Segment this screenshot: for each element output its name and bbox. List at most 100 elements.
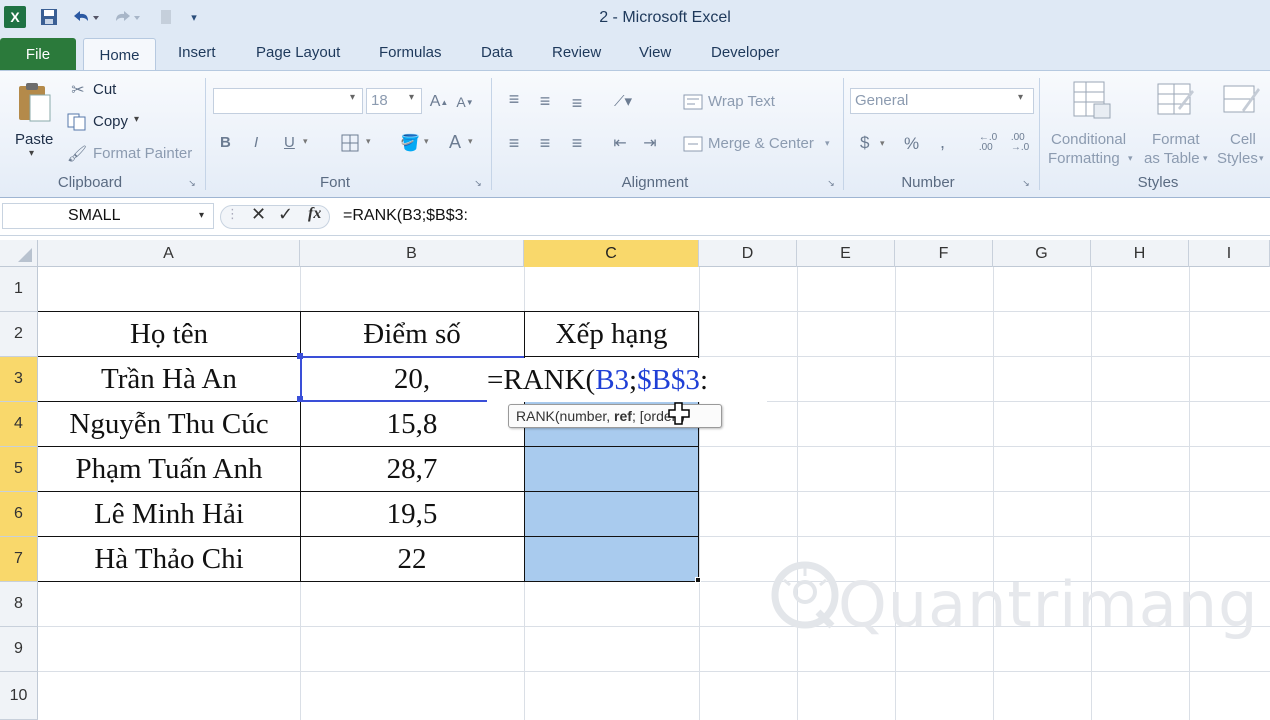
row-header[interactable]: 4 bbox=[0, 402, 38, 447]
cell-a2[interactable]: Họ tên bbox=[38, 312, 300, 357]
tab-insert[interactable]: Insert bbox=[178, 44, 216, 61]
row-header[interactable]: 3 bbox=[0, 357, 38, 402]
merge-dropdown-icon[interactable]: ▾ bbox=[825, 138, 830, 149]
formula-input[interactable]: =RANK(B3;$B$3: bbox=[343, 207, 468, 225]
reference-handle[interactable] bbox=[297, 396, 303, 402]
name-box[interactable]: SMALL bbox=[2, 203, 214, 229]
column-header-b[interactable]: B bbox=[300, 240, 524, 267]
tab-developer[interactable]: Developer bbox=[711, 44, 779, 61]
insert-function-button[interactable]: fx bbox=[308, 205, 321, 223]
cell-a6[interactable]: Lê Minh Hải bbox=[38, 492, 300, 537]
align-center-icon[interactable]: ≡ bbox=[534, 132, 556, 154]
number-format-select[interactable]: General bbox=[850, 88, 1034, 114]
cell-b5[interactable]: 28,7 bbox=[300, 447, 524, 492]
select-all-corner[interactable] bbox=[0, 240, 38, 267]
tab-home[interactable]: Home bbox=[83, 38, 156, 71]
orientation-icon[interactable]: ⟋▾ bbox=[608, 90, 638, 112]
cell-b6[interactable]: 19,5 bbox=[300, 492, 524, 537]
reference-handle[interactable] bbox=[297, 353, 303, 359]
currency-dropdown-icon[interactable]: ▾ bbox=[880, 138, 885, 149]
currency-button[interactable]: $ bbox=[860, 133, 869, 153]
tab-page-layout[interactable]: Page Layout bbox=[256, 44, 340, 61]
percent-button[interactable]: % bbox=[904, 134, 919, 154]
format-table-dropdown-icon[interactable]: ▾ bbox=[1203, 153, 1208, 164]
conditional-dropdown-icon[interactable]: ▾ bbox=[1128, 153, 1133, 164]
decrease-indent-icon[interactable]: ⇤ bbox=[608, 132, 632, 154]
tab-view[interactable]: View bbox=[639, 44, 671, 61]
tab-review[interactable]: Review bbox=[552, 44, 601, 61]
font-name-dropdown-icon[interactable]: ▾ bbox=[350, 92, 355, 103]
cell-b2[interactable]: Điểm số bbox=[300, 312, 524, 357]
column-header-a[interactable]: A bbox=[38, 240, 300, 267]
cell-c3-editor[interactable]: =RANK(B3;$B$3: bbox=[487, 358, 767, 402]
cell-c2[interactable]: Xếp hạng bbox=[524, 312, 699, 357]
cell-b4[interactable]: 15,8 bbox=[300, 402, 524, 447]
paste-icon[interactable] bbox=[14, 80, 54, 124]
row-header[interactable]: 7 bbox=[0, 537, 38, 582]
name-box-dropdown-icon[interactable]: ▾ bbox=[199, 210, 204, 221]
font-name-select[interactable] bbox=[213, 88, 363, 114]
number-format-dropdown-icon[interactable]: ▾ bbox=[1018, 92, 1023, 103]
paste-button[interactable]: Paste bbox=[15, 131, 53, 148]
dialog-launcher-icon[interactable]: ↘ bbox=[1020, 177, 1032, 189]
dialog-launcher-icon[interactable]: ↘ bbox=[186, 177, 198, 189]
format-painter-button[interactable]: Format Painter bbox=[93, 145, 192, 162]
dialog-launcher-icon[interactable]: ↘ bbox=[472, 177, 484, 189]
dialog-launcher-icon[interactable]: ↘ bbox=[825, 177, 837, 189]
tab-file[interactable]: File bbox=[0, 38, 76, 70]
grow-font-icon[interactable]: A ▲ bbox=[428, 90, 450, 114]
row-header[interactable]: 8 bbox=[0, 582, 38, 627]
cell-b7[interactable]: 22 bbox=[300, 537, 524, 582]
column-header-d[interactable]: D bbox=[699, 240, 797, 267]
wrap-text-button[interactable]: Wrap Text bbox=[708, 93, 775, 110]
decrease-decimal-icon[interactable]: .00 →.0 bbox=[1006, 130, 1034, 156]
row-header[interactable]: 1 bbox=[0, 267, 38, 312]
align-top-icon[interactable]: ≡ bbox=[503, 88, 525, 110]
format-as-table-button[interactable]: Format bbox=[1152, 131, 1200, 148]
align-right-icon[interactable]: ≡ bbox=[566, 132, 588, 154]
cell-a7[interactable]: Hà Thảo Chi bbox=[38, 537, 300, 582]
comma-button[interactable]: , bbox=[940, 132, 945, 153]
fill-handle[interactable] bbox=[695, 577, 701, 583]
bold-button[interactable]: B bbox=[220, 134, 231, 151]
increase-decimal-icon[interactable]: ←.0.00 bbox=[974, 130, 1002, 156]
italic-button[interactable]: I bbox=[254, 134, 258, 151]
fill-dropdown-icon[interactable]: ▾ bbox=[424, 136, 429, 147]
font-size-dropdown-icon[interactable]: ▾ bbox=[409, 92, 414, 103]
fill-color-icon[interactable]: 🪣 bbox=[398, 132, 422, 154]
row-header[interactable]: 2 bbox=[0, 312, 38, 357]
column-header-e[interactable]: E bbox=[797, 240, 895, 267]
cell-styles-button[interactable]: Cell bbox=[1230, 131, 1256, 148]
borders-icon[interactable] bbox=[339, 132, 361, 154]
align-bottom-icon[interactable]: ≡ bbox=[566, 92, 588, 114]
cell-a3[interactable]: Trần Hà An bbox=[38, 357, 300, 402]
increase-indent-icon[interactable]: ⇥ bbox=[638, 132, 662, 154]
align-middle-icon[interactable]: ≡ bbox=[534, 90, 556, 112]
row-header[interactable]: 5 bbox=[0, 447, 38, 492]
tab-formulas[interactable]: Formulas bbox=[379, 44, 442, 61]
column-header-f[interactable]: F bbox=[895, 240, 993, 267]
align-left-icon[interactable]: ≡ bbox=[503, 132, 525, 154]
underline-button[interactable]: U bbox=[284, 134, 295, 151]
row-header[interactable]: 6 bbox=[0, 492, 38, 537]
column-header-g[interactable]: G bbox=[993, 240, 1091, 267]
column-header-i[interactable]: I bbox=[1189, 240, 1270, 267]
font-color-dropdown-icon[interactable]: ▾ bbox=[468, 136, 473, 147]
cell-a5[interactable]: Phạm Tuấn Anh bbox=[38, 447, 300, 492]
copy-button[interactable]: Copy bbox=[93, 113, 128, 130]
copy-dropdown-icon[interactable]: ▾ bbox=[134, 114, 139, 125]
shrink-font-icon[interactable]: A ▼ bbox=[454, 90, 476, 114]
conditional-formatting-button[interactable]: Conditional bbox=[1051, 131, 1126, 148]
row-header[interactable]: 10 bbox=[0, 672, 38, 720]
cancel-icon[interactable]: ✕ bbox=[251, 204, 266, 225]
cut-button[interactable]: Cut bbox=[93, 81, 116, 98]
cell-a4[interactable]: Nguyễn Thu Cúc bbox=[38, 402, 300, 447]
merge-center-button[interactable]: Merge & Center bbox=[708, 135, 814, 152]
tab-data[interactable]: Data bbox=[481, 44, 513, 61]
font-color-icon[interactable]: A bbox=[444, 130, 466, 154]
borders-dropdown-icon[interactable]: ▾ bbox=[366, 136, 371, 147]
underline-dropdown-icon[interactable]: ▾ bbox=[303, 136, 308, 147]
enter-check-icon[interactable]: ✓ bbox=[278, 204, 293, 225]
column-header-h[interactable]: H bbox=[1091, 240, 1189, 267]
paste-dropdown-icon[interactable]: ▾ bbox=[29, 148, 34, 159]
